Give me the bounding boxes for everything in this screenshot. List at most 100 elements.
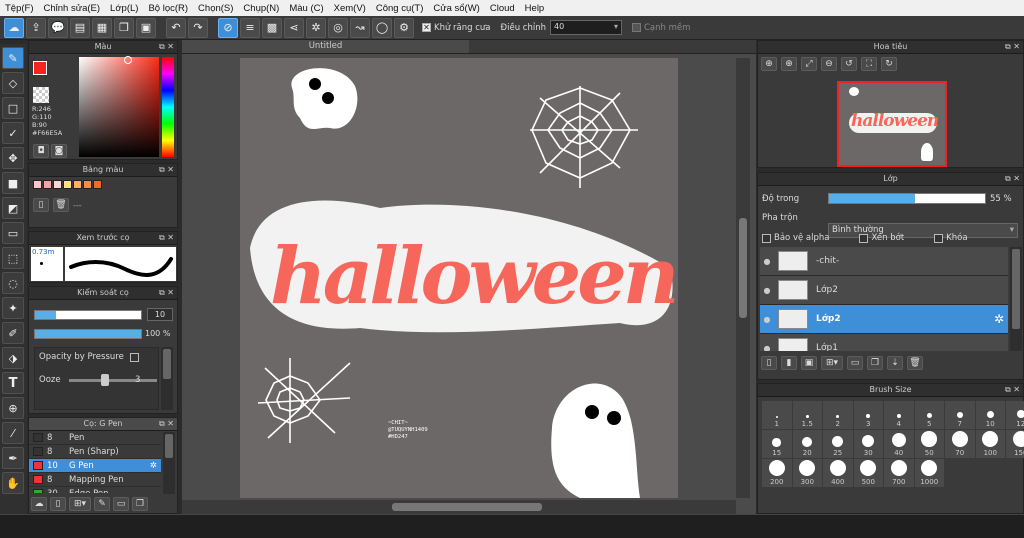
brush-size-cell[interactable]: 500 [853,459,883,487]
panel-close-icon[interactable]: ⧉ ✕ [159,287,174,299]
snap-curve-icon[interactable]: ↝ [350,17,370,38]
hue-slider[interactable] [162,57,174,157]
document-canvas[interactable]: halloween ~CHIT~ @TUQUYNH1409 #HD247 [240,58,678,498]
menu-color[interactable]: Màu (C) [284,3,328,14]
page-icon[interactable]: ▣ [136,17,156,38]
snap-off-icon[interactable]: ⊘ [218,17,238,38]
layer-opacity-slider[interactable] [828,193,986,204]
brush-size-slider[interactable] [34,310,142,320]
panel-close-icon[interactable]: ⧉ ✕ [1005,384,1020,396]
edit-list-icon[interactable]: ▤ [70,17,90,38]
select-rect-tool-icon[interactable]: ⬚ [2,247,24,269]
fill-rect-tool-icon[interactable]: ■ [2,172,24,194]
menu-capture[interactable]: Chụp(N) [238,3,284,14]
zoom-out-icon[interactable]: ⊖ [821,57,837,71]
transparent-swatch[interactable] [33,87,49,103]
swatch-3[interactable] [63,180,72,189]
layer-row[interactable]: ● Lớp2 [760,276,1008,305]
antialias-toggle[interactable]: ✕ Khử răng cưa [422,23,491,33]
brush-size-cell[interactable]: 300 [792,459,822,487]
opacity-pressure-checkbox[interactable] [129,352,139,362]
menu-view[interactable]: Xem(V) [329,3,371,14]
comment-icon[interactable]: 💬 [48,17,68,38]
foreground-color-swatch[interactable] [33,61,47,75]
panel-close-icon[interactable]: ⧉ ✕ [159,41,174,53]
brush-row[interactable]: 8 Mapping Pen [29,473,161,487]
zoom-in-alt-icon[interactable]: ⊕ [781,57,797,71]
snap-vanish-icon[interactable]: ⋖ [284,17,304,38]
brush-row[interactable]: 30Edge Pen [29,487,161,493]
delete-layer-icon[interactable]: 🗑 [907,356,923,370]
canvas-vertical-scrollbar[interactable] [736,58,750,498]
swatch-4[interactable] [73,180,82,189]
ooze-slider[interactable] [69,379,157,382]
rect-tool-icon[interactable]: □ [2,97,24,119]
pen-tool-icon[interactable]: ✓ [2,122,24,144]
brush-folder-icon[interactable]: ▭ [113,497,129,511]
panel-close-icon[interactable]: ⧉ ✕ [1005,173,1020,185]
duplicate-layer-icon[interactable]: ❐ [867,356,883,370]
lasso-tool-icon[interactable]: ◌ [2,272,24,294]
brush-list-scrollbar[interactable] [163,432,175,494]
panel-close-icon[interactable]: ⧉ ✕ [159,418,174,430]
rotate-left-icon[interactable]: ↺ [841,57,857,71]
operation-tool-icon[interactable]: ⊕ [2,397,24,419]
brush-size-cell[interactable]: 7 [945,401,975,429]
text-tool-icon[interactable]: T [2,372,24,394]
bucket-tool-icon[interactable]: ◩ [2,197,24,219]
snap-icon[interactable]: ☁ [4,17,24,38]
brush-size-cell[interactable]: 200 [762,459,792,487]
panel-close-icon[interactable]: ⧉ ✕ [1005,41,1020,53]
menu-edit[interactable]: Chỉnh sửa(E) [39,3,106,14]
lock-toggle[interactable]: Khóa [934,233,968,243]
layer-visibility-icon[interactable]: ● [760,344,774,352]
layer-folder-icon[interactable]: ▭ [847,356,863,370]
menu-layer[interactable]: Lớp(L) [105,3,143,14]
antialias-checkbox[interactable]: ✕ [422,23,431,32]
brush-size-cell[interactable]: 20 [792,430,822,458]
color-mode-button[interactable]: ◘ [33,144,49,158]
brush-cloud-icon[interactable]: ☁ [31,497,47,511]
layer-row[interactable]: ● Lớp1 [760,334,1008,351]
brush-copy-icon[interactable]: ❐ [132,497,148,511]
gradient-tool-icon[interactable]: ▭ [2,222,24,244]
brush-size-cell[interactable]: 1 [762,401,792,429]
new-folder-layer-icon[interactable]: ▣ [801,356,817,370]
menu-help[interactable]: Help [520,3,550,14]
clipping-toggle[interactable]: Xén bớt [859,233,904,243]
swatch-6[interactable] [93,180,102,189]
snap-parallel-icon[interactable]: ≡ [240,17,260,38]
brush-size-cell[interactable]: 1.5 [792,401,822,429]
snap-circle-icon[interactable]: ◎ [328,17,348,38]
snap-ellipse-icon[interactable]: ◯ [372,17,392,38]
magic-wand-tool-icon[interactable]: ✦ [2,297,24,319]
fit-screen-icon[interactable]: ⛶ [861,57,877,71]
redo-icon[interactable]: ↷ [188,17,208,38]
menu-window[interactable]: Cửa sổ(W) [428,3,484,14]
brush-opacity-slider[interactable] [34,329,142,339]
brush-row[interactable]: 8 Pen [29,431,161,445]
grid-icon[interactable]: ▦ [92,17,112,38]
brush-size-cell[interactable]: 700 [884,459,914,487]
new-layer-icon[interactable]: ▯ [761,356,777,370]
export-icon[interactable]: ⇪ [26,17,46,38]
brush-size-cell[interactable]: 400 [823,459,853,487]
snap-radial-icon[interactable]: ✲ [306,17,326,38]
brush-size-cell[interactable]: 5 [914,401,944,429]
brush-row[interactable]: 8 Pen (Sharp) [29,445,161,459]
soft-edge-checkbox[interactable] [631,23,641,32]
layers-icon[interactable]: ❐ [114,17,134,38]
layer-visibility-icon[interactable]: ● [760,315,774,324]
brush-tool-icon[interactable]: ✎ [2,47,24,69]
brush-size-value[interactable]: 10 [147,308,173,321]
layer-visibility-icon[interactable]: ● [760,257,774,266]
brush-row[interactable]: 10 G Pen ✲ [29,459,161,473]
layer-list-scrollbar[interactable] [1010,247,1022,351]
select-eraser-tool-icon[interactable]: ⬗ [2,347,24,369]
move-tool-icon[interactable]: ✥ [2,147,24,169]
dropper-tool-icon[interactable]: ⁄ [2,422,24,444]
soft-edge-toggle[interactable]: Cạnh mềm [631,23,690,33]
brush-size-cell[interactable]: 150 [1006,430,1024,458]
ooze-slider-handle[interactable] [101,374,109,386]
merge-layer-icon[interactable]: ⇣ [887,356,903,370]
